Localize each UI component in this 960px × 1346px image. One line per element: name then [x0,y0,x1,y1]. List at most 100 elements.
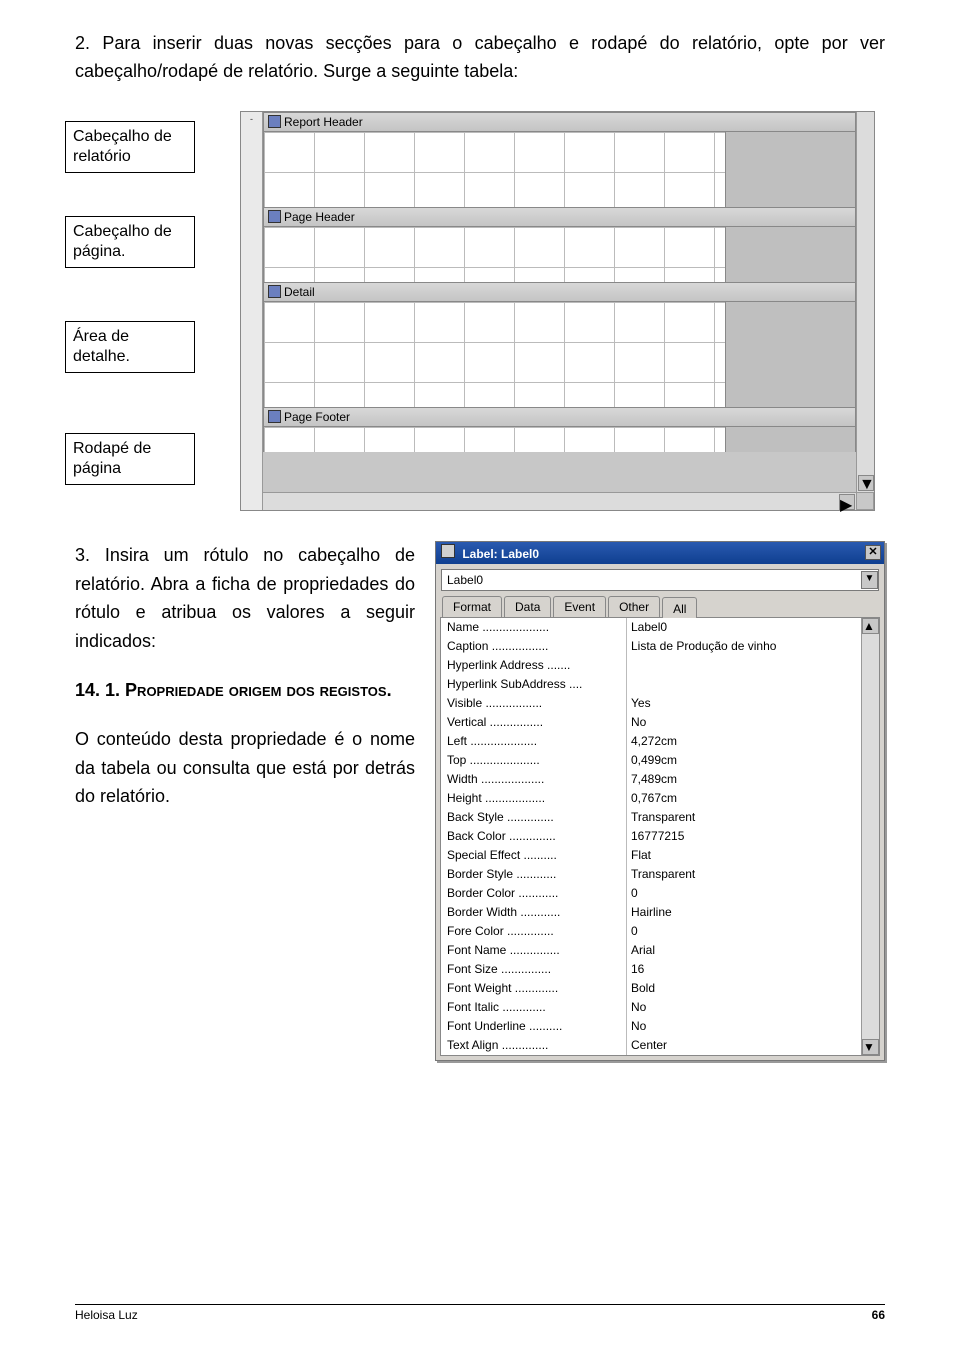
property-value[interactable]: 16777215 [626,827,861,846]
property-value[interactable]: 16 [626,960,861,979]
property-value[interactable]: 4,272cm [626,732,861,751]
property-name: Border Color ............ [441,884,626,903]
footer-page-number: 66 [872,1308,885,1322]
section-bar-page-header[interactable]: Page Header [263,207,856,227]
property-row[interactable]: Left ....................4,272cm [441,732,861,751]
property-value[interactable]: 0,499cm [626,751,861,770]
property-value[interactable] [626,675,861,694]
property-heading: 14. 1. Propriedade origem dos registos. [75,676,415,705]
property-value[interactable]: Lista de Produção de vinho [626,637,861,656]
scroll-down-icon[interactable]: ▼ [862,1039,879,1055]
close-icon[interactable]: ✕ [865,545,881,560]
property-row[interactable]: Fore Color ..............0 [441,922,861,941]
property-value[interactable]: Arial [626,941,861,960]
property-value[interactable]: 0 [626,884,861,903]
footer-author: Heloisa Luz [75,1308,138,1322]
property-value[interactable]: No [626,998,861,1017]
section-label: Detail [284,285,315,299]
scroll-up-icon[interactable]: ▲ [862,618,879,634]
report-designer-pane: - Report Header Page Header Detail [240,111,875,511]
vertical-scrollbar[interactable]: ▼ [856,112,874,492]
property-row[interactable]: Font Size ...............16 [441,960,861,979]
property-name: Back Color .............. [441,827,626,846]
window-icon [441,544,455,558]
combo-value: Label0 [447,573,483,587]
property-value[interactable]: No [626,1017,861,1036]
property-value[interactable]: Bold [626,979,861,998]
tab-event[interactable]: Event [553,596,606,617]
tab-format[interactable]: Format [442,596,502,617]
property-value[interactable]: Yes [626,694,861,713]
section-bar-detail[interactable]: Detail [263,282,856,302]
property-value[interactable] [626,656,861,675]
intro-paragraph: 2. Para inserir duas novas secções para … [75,30,885,86]
property-row[interactable]: Width ...................7,489cm [441,770,861,789]
properties-scrollbar[interactable]: ▲ ▼ [862,618,879,1055]
property-value[interactable]: Label0 [626,618,861,637]
page-footer: Heloisa Luz 66 [75,1304,885,1322]
chevron-down-icon[interactable]: ▼ [861,571,878,589]
grid-report-header[interactable] [263,132,856,207]
tab-all[interactable]: All [662,597,697,618]
property-row[interactable]: Top .....................0,499cm [441,751,861,770]
section-bar-page-footer[interactable]: Page Footer [263,407,856,427]
property-value[interactable]: Transparent [626,808,861,827]
object-selector-combo[interactable]: Label0 ▼ [441,569,879,591]
scroll-down-icon[interactable]: ▼ [858,475,874,491]
property-name: Vertical ................ [441,713,626,732]
callout-page-footer: Rodapé de página [65,433,195,485]
property-row[interactable]: Font Weight .............Bold [441,979,861,998]
property-row[interactable]: Hyperlink SubAddress .... [441,675,861,694]
tab-data[interactable]: Data [504,596,551,617]
property-name: Height .................. [441,789,626,808]
grid-detail[interactable] [263,302,856,407]
properties-window: Label: Label0 ✕ Label0 ▼ Format Data Eve… [435,541,885,1061]
scroll-right-icon[interactable]: ▶ [839,494,855,510]
property-name: Font Name ............... [441,941,626,960]
property-row[interactable]: Font Underline ..........No [441,1017,861,1036]
property-row[interactable]: Border Color ............0 [441,884,861,903]
property-name: Width ................... [441,770,626,789]
vertical-ruler: - [241,112,263,510]
section-icon [268,285,281,298]
step3-paragraph: 3. Insira um rótulo no cabeçalho de rela… [75,541,415,656]
property-row[interactable]: Back Style ..............Transparent [441,808,861,827]
property-row[interactable]: Visible .................Yes [441,694,861,713]
property-row[interactable]: Font Italic .............No [441,998,861,1017]
report-designer-figure: Cabeçalho de relatório Cabeçalho de pági… [135,111,875,511]
property-row[interactable]: Name ....................Label0 [441,618,861,637]
property-name: Left .................... [441,732,626,751]
property-name: Visible ................. [441,694,626,713]
property-row[interactable]: Border Width ............Hairline [441,903,861,922]
grid-page-header[interactable] [263,227,856,282]
properties-list[interactable]: Name ....................Label0Caption .… [441,618,862,1055]
property-value[interactable]: 0 [626,922,861,941]
property-tabs: Format Data Event Other All [436,596,884,617]
property-row[interactable]: Border Style ............Transparent [441,865,861,884]
property-value[interactable]: Flat [626,846,861,865]
property-row[interactable]: Text Align ..............Center [441,1036,861,1055]
property-row[interactable]: Hyperlink Address ....... [441,656,861,675]
property-name: Caption ................. [441,637,626,656]
property-value[interactable]: 7,489cm [626,770,861,789]
grid-page-footer[interactable] [263,427,856,452]
property-value[interactable]: Hairline [626,903,861,922]
section-label: Page Footer [284,410,350,424]
property-value[interactable]: Transparent [626,865,861,884]
property-row[interactable]: Font Name ...............Arial [441,941,861,960]
property-row[interactable]: Back Color ..............16777215 [441,827,861,846]
property-value[interactable]: Center [626,1036,861,1055]
property-row[interactable]: Vertical ................No [441,713,861,732]
property-value[interactable]: No [626,713,861,732]
property-name: Font Underline .......... [441,1017,626,1036]
property-row[interactable]: Special Effect ..........Flat [441,846,861,865]
horizontal-scrollbar[interactable]: ▶ [263,492,856,510]
property-name: Name .................... [441,618,626,637]
property-row[interactable]: Caption .................Lista de Produç… [441,637,861,656]
property-name: Font Size ............... [441,960,626,979]
tab-other[interactable]: Other [608,596,660,617]
properties-titlebar[interactable]: Label: Label0 ✕ [436,542,884,564]
section-bar-report-header[interactable]: Report Header [263,112,856,132]
property-value[interactable]: 0,767cm [626,789,861,808]
property-row[interactable]: Height ..................0,767cm [441,789,861,808]
